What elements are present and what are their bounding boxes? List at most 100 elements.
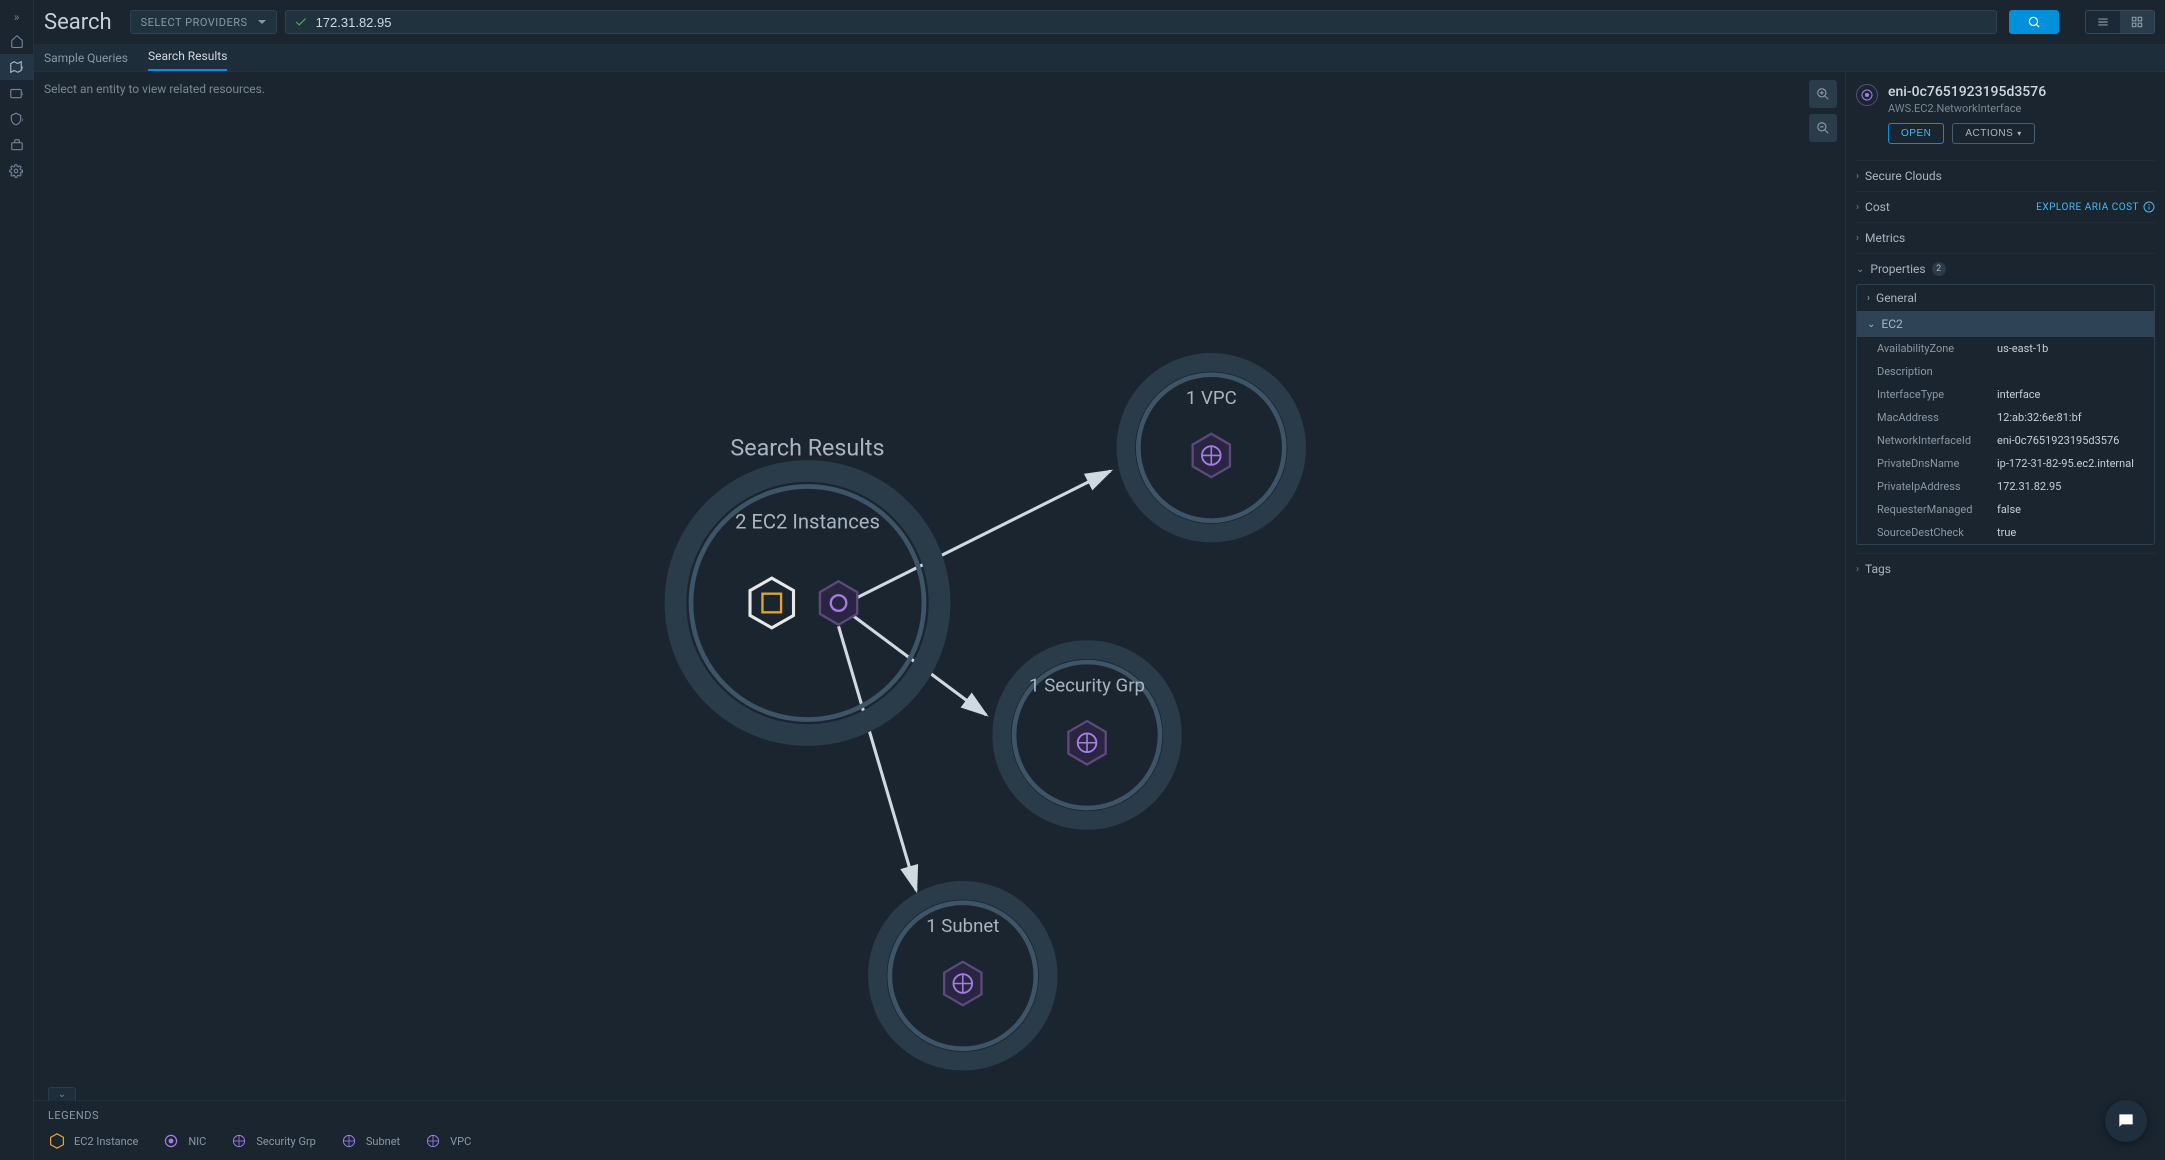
subnet-node[interactable] xyxy=(944,962,981,1005)
prop-val: eni-0c7651923195d3576 xyxy=(1997,434,2119,447)
tab-bar: Sample Queries Search Results xyxy=(34,44,2165,72)
graph-canvas[interactable]: Search Results 2 EC2 Instances xyxy=(34,106,1845,1100)
entity-type: AWS.EC2.NetworkInterface xyxy=(1888,102,2155,115)
subnet-legend-icon xyxy=(340,1132,358,1150)
section-properties[interactable]: ⌄ Properties 2 xyxy=(1856,262,2155,276)
chat-bubble-button[interactable] xyxy=(2105,1100,2147,1142)
section-metrics[interactable]: › Metrics xyxy=(1856,231,2155,245)
chevron-right-icon: › xyxy=(1856,233,1859,244)
chat-icon xyxy=(2116,1111,2136,1131)
search-input[interactable] xyxy=(316,15,1996,30)
chevron-right-icon: › xyxy=(21,89,23,98)
view-list-button[interactable] xyxy=(2086,11,2120,33)
list-icon xyxy=(2096,15,2110,29)
provider-dropdown[interactable]: SELECT PROVIDERS xyxy=(130,10,277,34)
info-icon xyxy=(2143,201,2155,213)
prop-key: SourceDestCheck xyxy=(1877,526,1997,539)
nav-explore[interactable]: › xyxy=(0,54,34,80)
section-cost[interactable]: › Cost EXPLORE ARIA COST xyxy=(1856,200,2155,214)
nic-node[interactable] xyxy=(820,581,857,624)
tab-sample-queries[interactable]: Sample Queries xyxy=(44,51,128,71)
legend-ec2: EC2 Instance xyxy=(48,1132,138,1150)
secgrp-node[interactable] xyxy=(1068,721,1105,764)
group-label: EC2 xyxy=(1881,317,1902,331)
section-label: Metrics xyxy=(1865,231,1905,245)
legend-label: EC2 Instance xyxy=(74,1135,138,1148)
prop-key: AvailabilityZone xyxy=(1877,342,1997,355)
chevron-down-icon: ▾ xyxy=(2017,129,2022,138)
sidenav-expand-button[interactable]: » xyxy=(0,6,34,28)
link-label: EXPLORE ARIA COST xyxy=(2036,202,2139,213)
legend-nic: NIC xyxy=(162,1132,206,1150)
prop-val: 172.31.82.95 xyxy=(1997,480,2061,493)
ec2-node[interactable] xyxy=(750,578,793,628)
entity-title: eni-0c7651923195d3576 xyxy=(1888,84,2155,100)
search-button[interactable] xyxy=(2009,10,2059,34)
prop-row: MacAddress12:ab:32:6e:81:bf xyxy=(1857,406,2154,429)
page-title: Search xyxy=(44,10,112,35)
entity-type-icon xyxy=(1856,84,1878,106)
prop-row: Description xyxy=(1857,360,2154,383)
prop-val: true xyxy=(1997,526,2016,539)
center-node-label: 2 EC2 Instances xyxy=(735,509,880,533)
tab-search-results[interactable]: Search Results xyxy=(148,49,227,71)
prop-key: InterfaceType xyxy=(1877,388,1997,401)
prop-val: 12:ab:32:6e:81:bf xyxy=(1997,411,2082,424)
nav-settings[interactable]: › xyxy=(0,158,34,184)
subnet-node-label: 1 Subnet xyxy=(926,915,999,937)
chevron-right-icon: › xyxy=(21,167,23,176)
prop-val: us-east-1b xyxy=(1997,342,2048,355)
prop-row: RequesterManagedfalse xyxy=(1857,498,2154,521)
nav-inventory[interactable] xyxy=(0,132,34,158)
search-field-wrap xyxy=(285,10,1997,34)
legend-label: VPC xyxy=(450,1135,471,1148)
view-toggle xyxy=(2085,10,2155,34)
chevron-right-icon: › xyxy=(1856,564,1859,575)
legend-label: NIC xyxy=(188,1135,206,1148)
props-group-general[interactable]: › General xyxy=(1857,285,2154,311)
graph-title: Search Results xyxy=(730,433,884,461)
chevron-right-icon: › xyxy=(1856,171,1859,182)
legend-subnet: Subnet xyxy=(340,1132,400,1150)
actions-dropdown[interactable]: ACTIONS ▾ xyxy=(1952,123,2034,144)
prop-row: InterfaceTypeinterface xyxy=(1857,383,2154,406)
zoom-in-button[interactable] xyxy=(1809,80,1837,108)
vpc-node-label: 1 VPC xyxy=(1186,387,1237,409)
prop-val: interface xyxy=(1997,388,2040,401)
nav-findings[interactable]: › xyxy=(0,80,34,106)
prop-key: PrivateDnsName xyxy=(1877,457,1997,470)
secgrp-node-label: 1 Security Grp xyxy=(1029,675,1145,697)
legend-label: Subnet xyxy=(366,1135,400,1148)
section-secure-clouds[interactable]: › Secure Clouds xyxy=(1856,169,2155,183)
nav-home[interactable] xyxy=(0,28,34,54)
prop-key: RequesterManaged xyxy=(1877,503,1997,516)
top-bar: Search SELECT PROVIDERS xyxy=(34,0,2165,44)
chevron-right-icon: › xyxy=(21,115,23,124)
prop-key: PrivateIpAddress xyxy=(1877,480,1997,493)
prop-row: NetworkInterfaceIdeni-0c7651923195d3576 xyxy=(1857,429,2154,452)
prop-row: PrivateDnsNameip-172-31-82-95.ec2.intern… xyxy=(1857,452,2154,475)
ec2-props-list: AvailabilityZoneus-east-1b Description I… xyxy=(1857,337,2154,544)
prop-row: SourceDestChecktrue xyxy=(1857,521,2154,544)
legend-vpc: VPC xyxy=(424,1132,471,1150)
side-nav: » › › › › xyxy=(0,0,34,1160)
explore-cost-link[interactable]: EXPLORE ARIA COST xyxy=(2036,201,2155,213)
prop-row: PrivateIpAddress172.31.82.95 xyxy=(1857,475,2154,498)
provider-label: SELECT PROVIDERS xyxy=(141,16,248,29)
chevron-right-icon: › xyxy=(21,63,23,72)
view-graph-button[interactable] xyxy=(2120,11,2154,33)
nav-security[interactable]: › xyxy=(0,106,34,132)
actions-label: ACTIONS xyxy=(1965,128,2013,139)
vpc-legend-icon xyxy=(424,1132,442,1150)
prop-key: Description xyxy=(1877,365,1997,378)
props-group-ec2[interactable]: ⌄ EC2 xyxy=(1857,311,2154,337)
section-label: Secure Clouds xyxy=(1865,169,1942,183)
section-label: Cost xyxy=(1865,200,1890,214)
legend-secgrp: Security Grp xyxy=(230,1132,316,1150)
properties-count-badge: 2 xyxy=(1932,262,1946,276)
vpc-node[interactable] xyxy=(1193,434,1230,477)
open-button[interactable]: OPEN xyxy=(1888,123,1944,144)
hint-text: Select an entity to view related resourc… xyxy=(34,72,1845,106)
section-tags[interactable]: › Tags xyxy=(1856,562,2155,576)
legends-panel: ⌄ LEGENDS EC2 Instance NIC xyxy=(34,1100,1845,1160)
